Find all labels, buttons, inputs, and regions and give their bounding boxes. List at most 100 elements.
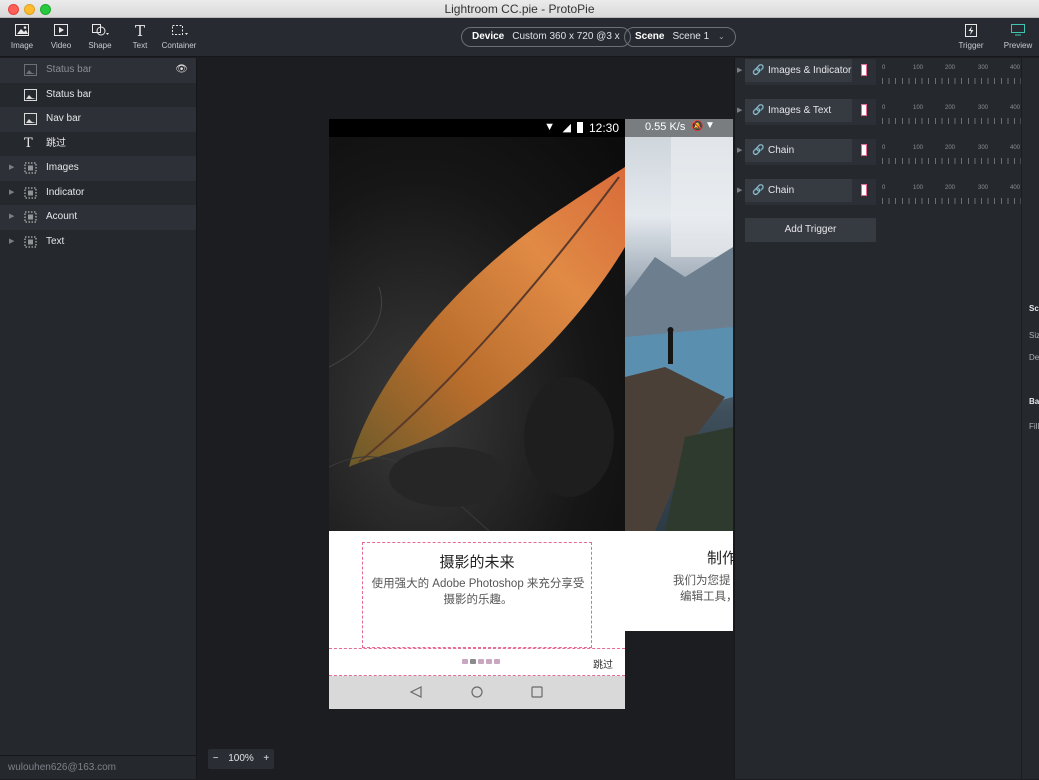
video-icon (53, 24, 69, 38)
canvas[interactable]: ▼ ◢ 12:30 摄影的未来 使用强大的 Adobe Photoshop 来充… (198, 58, 733, 779)
tool-video-button[interactable]: Video (41, 22, 81, 50)
layer-row[interactable]: Nav bar (0, 107, 196, 132)
expand-caret-icon[interactable]: ▶ (737, 146, 742, 154)
tool-container-label: Container (161, 41, 197, 50)
zoom-control: − 100% + (208, 749, 274, 769)
hidden-eye-icon[interactable]: 👁 (175, 58, 188, 83)
device-prop-label: Dev (1029, 353, 1039, 362)
image-icon (24, 113, 37, 125)
phone-scene[interactable]: ▼ ◢ 12:30 摄影的未来 使用强大的 Adobe Photoshop 来充… (329, 119, 625, 709)
trigger-label: Trigger (958, 41, 984, 50)
link-icon: 🔗 (752, 65, 765, 76)
expand-caret-icon[interactable]: ▶ (737, 186, 742, 194)
trigger-toggle[interactable] (852, 59, 876, 82)
window-title: Lightroom CC.pie - ProtoPie (444, 2, 595, 16)
layer-row[interactable]: ▶ Text (0, 230, 196, 255)
preview-icon (1010, 24, 1026, 38)
expand-caret-icon[interactable]: ▶ (737, 106, 742, 114)
expand-caret-icon[interactable]: ▶ (9, 205, 14, 230)
scene-value: Scene 1 (672, 31, 710, 42)
text-icon: T (134, 22, 145, 40)
trigger-button[interactable]: Trigger (951, 22, 991, 50)
ruler-label: 400 (1010, 65, 1021, 71)
top-toolbar: Image Video Shape T Text Container Devic… (0, 18, 1039, 57)
battery-icon (577, 122, 583, 133)
link-icon: 🔗 (752, 145, 765, 156)
expand-caret-icon[interactable]: ▶ (737, 66, 742, 74)
signal-icon: ◢ (562, 122, 571, 134)
timeline-ruler: 0 100 200 300 400 (882, 182, 1022, 206)
trigger-toggle[interactable] (852, 179, 876, 202)
wifi-icon: ▼ (705, 120, 715, 131)
status-bar[interactable]: ▼ ◢ 12:30 (329, 119, 625, 137)
trigger-item[interactable]: ▶ 🔗 Chain (737, 139, 876, 165)
layer-label: Status bar (46, 64, 92, 75)
layer-label: 跳过 (46, 137, 66, 149)
tool-text-button[interactable]: T Text (120, 22, 160, 51)
preview-button[interactable]: Preview (998, 22, 1038, 50)
indicator-dot (470, 659, 476, 664)
shape-icon (92, 24, 109, 38)
onboarding-title-next: 制作 (707, 550, 733, 567)
device-selector[interactable]: Device Custom 360 x 720 @3 x (461, 27, 631, 47)
scene-label: Scene (635, 31, 665, 42)
trigger-name: Chain (768, 145, 795, 156)
container-icon (171, 24, 188, 38)
hero-leaf-image[interactable] (329, 137, 625, 531)
ruler-label: 400 (1010, 105, 1021, 111)
status-bar-next: 0.55 K/s 🔕 ▼ (625, 119, 733, 137)
scene-selector[interactable]: Scene Scene 1 ⌄ (624, 27, 736, 47)
trigger-toggle[interactable] (852, 99, 876, 122)
ruler-label: 200 (945, 145, 956, 151)
preview-label: Preview (1003, 41, 1033, 50)
layers-panel: Status bar 👁 Status bar Nav bar T 跳过 ▶ I… (0, 58, 197, 779)
layer-row[interactable]: Status bar (0, 83, 196, 108)
layer-row[interactable]: T 跳过 (0, 132, 196, 157)
zoom-level[interactable]: 100% (228, 749, 254, 769)
skip-button[interactable]: 跳过 (593, 656, 613, 671)
add-trigger-button[interactable]: Add Trigger (745, 218, 876, 242)
trigger-toggle[interactable] (852, 139, 876, 162)
indicator-dot (462, 659, 468, 664)
expand-caret-icon[interactable]: ▶ (9, 181, 14, 206)
home-icon (471, 686, 483, 698)
phone-scene-next[interactable]: 0.55 K/s 🔕 ▼ 制作 我们为您提 编辑工具， (625, 119, 733, 631)
indicator-row[interactable]: 跳过 (329, 648, 625, 676)
expand-caret-icon[interactable]: ▶ (9, 230, 14, 255)
zoom-in-button[interactable]: + (263, 749, 269, 769)
layer-row[interactable]: Status bar 👁 (0, 58, 196, 83)
trigger-item[interactable]: ▶ 🔗 Images & Indicator (737, 59, 876, 85)
hero-mountain-image[interactable] (625, 137, 733, 531)
onboarding-description-next-1: 我们为您提 (673, 575, 731, 587)
ruler-label: 0 (882, 65, 886, 71)
container-icon (24, 236, 37, 247)
wifi-icon: ▼ (544, 121, 555, 133)
layer-row[interactable]: ▶ Acount (0, 205, 196, 230)
onboarding-description-next-2: 编辑工具， (680, 591, 733, 603)
timeline-ruler: 0 100 200 300 400 (882, 62, 1022, 86)
back-icon (409, 686, 422, 698)
layer-row[interactable]: ▶ Indicator (0, 181, 196, 206)
interaction-panel: ▶ 🔗 Images & Indicator 0 100 200 300 400 ▶ 🔗… (734, 58, 1039, 779)
ruler-label: 300 (978, 105, 989, 111)
status-time: 12:30 (588, 121, 619, 135)
expand-caret-icon[interactable]: ▶ (9, 156, 14, 181)
ruler-label: 400 (1010, 145, 1021, 151)
ruler-label: 100 (913, 105, 924, 111)
layer-label: Indicator (46, 186, 85, 198)
ruler-label: 200 (945, 65, 956, 71)
layer-row[interactable]: ▶ Images (0, 156, 196, 181)
ruler-label: 200 (945, 105, 956, 111)
zoom-out-button[interactable]: − (213, 749, 219, 769)
text-container[interactable]: 摄影的未来 使用强大的 Adobe Photoshop 来充分享受摄影的乐趣。 (362, 542, 592, 648)
onboarding-description: 使用强大的 Adobe Photoshop 来充分享受摄影的乐趣。 (371, 578, 585, 606)
tool-container-button[interactable]: Container (159, 22, 199, 50)
background-section-label: Bac (1029, 397, 1039, 406)
trigger-item[interactable]: ▶ 🔗 Images & Text (737, 99, 876, 125)
tool-text-label: Text (132, 41, 148, 50)
timeline-ruler: 0 100 200 300 400 (882, 102, 1022, 126)
layer-label: Nav bar (46, 113, 82, 124)
tool-shape-button[interactable]: Shape (80, 22, 120, 50)
trigger-item[interactable]: ▶ 🔗 Chain (737, 179, 876, 205)
tool-image-button[interactable]: Image (2, 22, 42, 50)
